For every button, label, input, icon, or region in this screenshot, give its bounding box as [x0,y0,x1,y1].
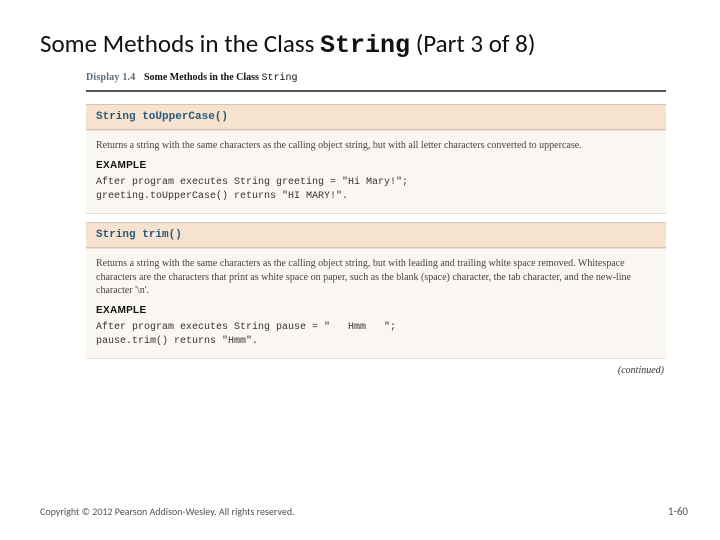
title-classname: String [320,31,410,60]
example-code-line: pause.trim() returns "Hmm". [96,335,656,349]
page-title: Some Methods in the Class String (Part 3… [40,28,700,60]
header-rule [86,90,666,92]
slide: Some Methods in the Class String (Part 3… [0,0,720,540]
method-signature: String trim() [86,222,666,248]
method-signature: String toUpperCase() [86,104,666,130]
title-prefix: Some Methods in the Class [40,28,320,59]
display-title-mono: String [261,73,297,84]
figure-header: Display 1.4 Some Methods in the Class St… [86,72,666,88]
display-label: Display 1.4 [86,72,135,83]
method-body: Returns a string with the same character… [86,248,666,359]
display-title-prefix: Some Methods in the Class [144,72,262,83]
figure-body: Display 1.4 Some Methods in the Class St… [86,72,666,376]
title-suffix: (Part 3 of 8) [410,28,535,59]
display-title: Some Methods in the Class String [144,72,298,83]
example-label: EXAMPLE [96,159,656,173]
copyright: Copyright © 2012 Pearson Addison-Wesley.… [40,505,295,518]
example-code-line: greeting.toUpperCase() returns "HI MARY!… [96,190,656,204]
continued-label: (continued) [86,365,666,376]
example-code-line: After program executes String greeting =… [96,176,656,190]
method-description: Returns a string with the same character… [96,257,656,298]
page-number: 1-60 [668,505,688,518]
method-body: Returns a string with the same character… [86,130,666,214]
example-code-line: After program executes String pause = " … [96,321,656,335]
example-label: EXAMPLE [96,304,656,318]
method-description: Returns a string with the same character… [96,139,656,153]
